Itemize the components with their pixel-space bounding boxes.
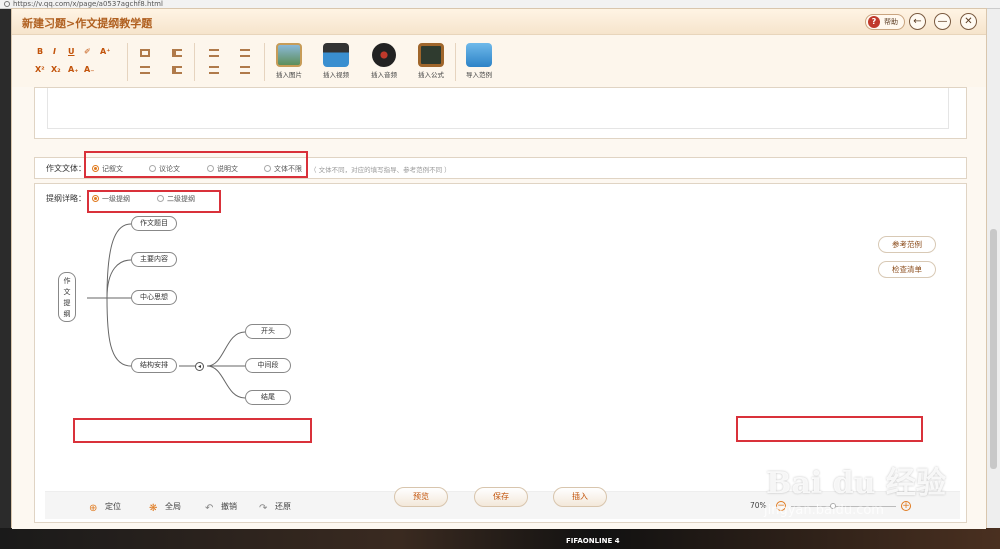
mindmap-node-ending[interactable]: 结尾 xyxy=(245,390,291,405)
bold-button[interactable]: B xyxy=(37,47,43,57)
insert-video-label: 插入视频 xyxy=(323,71,349,79)
minimize-icon: — xyxy=(937,16,948,27)
outdent-icon[interactable] xyxy=(172,66,182,74)
root-char: 提 xyxy=(63,299,71,307)
baidu-watermark-url: jingyan.baidu.com xyxy=(764,503,884,518)
import-example-button[interactable]: 导入范例 xyxy=(461,43,497,79)
toolbar-divider xyxy=(455,43,456,81)
subscript-button[interactable]: X₂ xyxy=(51,65,61,75)
page-scrollbar[interactable] xyxy=(987,9,1000,528)
root-char: 作 xyxy=(63,277,71,285)
font-color-button[interactable]: A₊ xyxy=(68,65,78,75)
insert-button[interactable]: 插入 xyxy=(553,487,607,507)
genre-highlight-box xyxy=(84,151,308,178)
blackboard-icon xyxy=(418,43,444,67)
locate-button[interactable]: ⊕ 定位 xyxy=(89,501,121,514)
help-icon: ? xyxy=(868,16,880,28)
underline-button[interactable]: U xyxy=(68,47,75,57)
zoom-highlight-box xyxy=(736,416,923,442)
genre-hint: （ 文体不同，对应的填写指导、参考范例不同 ） xyxy=(310,166,451,174)
genre-label: 作文文体： xyxy=(46,164,86,173)
vinyl-record-icon xyxy=(372,43,396,67)
redo-icon: ↷ xyxy=(259,503,268,514)
mindmap-node-theme[interactable]: 中心思想 xyxy=(131,290,177,305)
undo-label: 撤销 xyxy=(221,502,237,511)
insert-image-button[interactable]: 插入图片 xyxy=(271,43,307,79)
preview-button[interactable]: 预览 xyxy=(394,487,448,507)
close-button[interactable]: ✕ xyxy=(960,13,977,30)
crosshair-icon: ⊕ xyxy=(89,503,98,514)
align-left-icon[interactable] xyxy=(209,49,219,57)
redo-label: 还原 xyxy=(275,502,291,511)
font-size-down-button[interactable]: A₋ xyxy=(84,65,94,75)
url-text: https://v.qq.com/x/page/a0537agchf8.html xyxy=(13,0,163,8)
site-info-icon[interactable] xyxy=(4,1,10,7)
download-box-icon xyxy=(466,43,492,67)
help-label: 帮助 xyxy=(884,18,898,26)
page-scrollbar-thumb[interactable] xyxy=(990,229,997,469)
insert-audio-button[interactable]: 插入音频 xyxy=(366,43,402,79)
align-justify-icon[interactable] xyxy=(209,66,219,74)
toolbar-divider xyxy=(127,43,128,81)
mindmap-node-body[interactable]: 中间段 xyxy=(245,358,291,373)
undo-button[interactable]: ↶ 撤销 xyxy=(205,501,237,514)
locate-label: 定位 xyxy=(105,502,121,511)
overview-label: 全局 xyxy=(165,502,181,511)
insert-video-button[interactable]: 插入视频 xyxy=(318,43,354,79)
mindmap-root-node[interactable]: 作 文 提 纲 xyxy=(58,272,76,322)
help-button[interactable]: ? 帮助 xyxy=(865,14,905,30)
toolbar-divider xyxy=(264,43,265,81)
close-icon: ✕ xyxy=(964,16,973,27)
mindmap-node-opening[interactable]: 开头 xyxy=(245,324,291,339)
toolbar-divider xyxy=(194,43,195,81)
indent-icon[interactable] xyxy=(172,49,182,57)
back-button[interactable]: ← xyxy=(909,13,926,30)
zoom-in-button[interactable]: + xyxy=(901,501,911,511)
font-size-up-button[interactable]: A⁺ xyxy=(100,47,110,57)
question-text-editor[interactable] xyxy=(47,88,949,129)
import-example-label: 导入范例 xyxy=(466,71,492,79)
italic-button[interactable]: I xyxy=(53,47,56,57)
undo-icon: ↶ xyxy=(205,503,214,514)
mindmap-node-title[interactable]: 作文题目 xyxy=(131,216,177,231)
mindmap-node-structure[interactable]: 结构安排 xyxy=(131,358,177,373)
insert-formula-label: 插入公式 xyxy=(418,71,444,79)
title-bar: 新建习题>作文提纲教学题 ? 帮助 ← — ✕ xyxy=(12,9,986,35)
grid-icon: ❋ xyxy=(149,503,158,514)
insert-formula-button[interactable]: 插入公式 xyxy=(413,43,449,79)
checklist-button[interactable]: 检查清单 xyxy=(878,261,936,278)
insert-image-label: 插入图片 xyxy=(276,71,302,79)
minimize-button[interactable]: — xyxy=(934,13,951,30)
game-banner-text: FIFAONLINE 4 xyxy=(566,537,620,545)
eraser-icon[interactable]: ✐ xyxy=(84,47,91,57)
window-title: 新建习题>作文提纲教学题 xyxy=(22,17,153,30)
collapse-toggle-icon[interactable]: ◂ xyxy=(195,362,204,371)
video-clapper-icon xyxy=(323,43,349,67)
redo-button[interactable]: ↷ 还原 xyxy=(259,501,291,514)
toolbar-highlight-box xyxy=(73,418,312,443)
question-text-panel xyxy=(34,87,967,139)
superscript-button[interactable]: X² xyxy=(35,65,45,75)
align-right-icon[interactable] xyxy=(240,49,250,57)
outline-highlight-box xyxy=(87,190,221,213)
root-char: 纲 xyxy=(63,310,71,318)
save-button[interactable]: 保存 xyxy=(474,487,528,507)
background-page-strip: FIFAONLINE 4 xyxy=(0,528,1000,549)
root-char: 文 xyxy=(63,288,71,296)
insert-audio-label: 插入音频 xyxy=(371,71,397,79)
editor-toolbar: B I U ✐ A⁺ X² X₂ A₊ A₋ 插入图片 插入视频 插入音频 插入… xyxy=(12,35,986,87)
list-icon[interactable] xyxy=(140,66,150,74)
exercise-editor-window: 新建习题>作文提纲教学题 ? 帮助 ← — ✕ B I U ✐ A⁺ X² X₂… xyxy=(11,8,987,529)
baidu-watermark: Bai du 经验 xyxy=(766,466,946,501)
table-icon[interactable] xyxy=(140,49,150,57)
reference-example-button[interactable]: 参考范例 xyxy=(878,236,936,253)
image-icon xyxy=(276,43,302,67)
align-center-icon[interactable] xyxy=(240,66,250,74)
overview-button[interactable]: ❋ 全局 xyxy=(149,501,181,514)
mindmap-node-content[interactable]: 主要内容 xyxy=(131,252,177,267)
back-arrow-icon: ← xyxy=(913,16,922,27)
